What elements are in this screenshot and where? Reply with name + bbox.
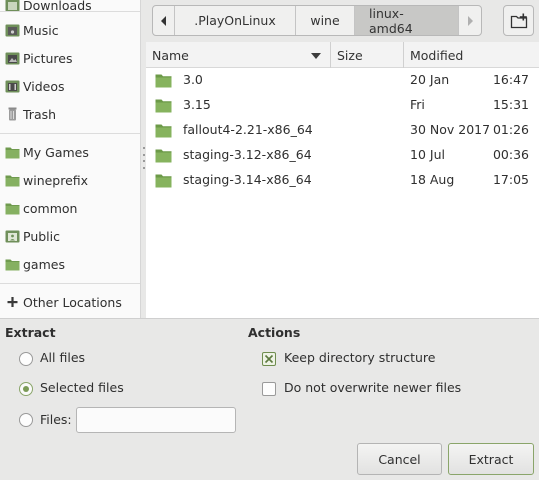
new-folder-button[interactable]	[503, 5, 534, 36]
selected-files-label[interactable]: Selected files	[40, 380, 124, 395]
file-modified-date: 30 Nov 2017	[410, 122, 491, 137]
extract-section-title: Extract	[5, 325, 56, 340]
extract-button[interactable]: Extract	[448, 443, 534, 475]
file-modified-time: 16:47	[492, 72, 529, 87]
trash-icon	[5, 107, 20, 121]
file-modified-time: 17:05	[492, 172, 529, 187]
file-row[interactable]: staging-3.14-x86_64 18 Aug 17:05	[146, 168, 539, 193]
sidebar-item-label: Pictures	[23, 50, 73, 66]
file-modified-time: 15:31	[492, 97, 529, 112]
extract-options-panel: Extract All files Selected files Files: …	[0, 318, 539, 480]
videos-folder-icon	[5, 79, 20, 93]
all-files-label[interactable]: All files	[40, 350, 85, 365]
sidebar-divider	[0, 11, 140, 12]
sidebar-item-label: wineprefix	[23, 172, 89, 188]
file-modified-date: 10 Jul	[410, 147, 445, 162]
sidebar-item-label: common	[23, 200, 78, 216]
chevron-right-icon	[468, 15, 473, 26]
sidebar-item-my-games[interactable]: My Games	[0, 139, 140, 165]
file-modified-time: 00:36	[492, 147, 529, 162]
sort-descending-icon	[311, 53, 321, 59]
sidebar-item-other-locations[interactable]: Other Locations	[0, 289, 140, 315]
pictures-folder-icon	[5, 51, 20, 65]
column-header-name[interactable]: Name	[146, 42, 330, 68]
file-name: fallout4-2.21-x86_64	[183, 122, 313, 137]
path-bar: .PlayOnLinux wine linux-amd64	[152, 5, 482, 36]
public-folder-icon	[5, 229, 20, 243]
file-modified-date: 20 Jan	[410, 72, 450, 87]
path-scroll-right-button[interactable]	[459, 6, 481, 35]
file-name: 3.0	[183, 72, 203, 87]
sidebar-item-games[interactable]: games	[0, 251, 140, 277]
file-name: 3.15	[183, 97, 211, 112]
file-name: staging-3.14-x86_64	[183, 172, 312, 187]
column-header-size[interactable]: Size	[331, 42, 403, 68]
all-files-radio[interactable]	[19, 352, 33, 366]
file-modified-time: 01:26	[492, 122, 529, 137]
file-list-header: Name Size Modified	[146, 42, 539, 68]
sidebar-item-label: Public	[23, 228, 60, 244]
folder-icon	[5, 257, 20, 271]
file-row[interactable]: 3.0 20 Jan 16:47	[146, 68, 539, 93]
sidebar-item-common[interactable]: common	[0, 195, 140, 221]
sidebar-item-wineprefix[interactable]: wineprefix	[0, 167, 140, 193]
sidebar-item-label: Videos	[23, 78, 65, 94]
files-pattern-radio[interactable]	[19, 413, 33, 427]
file-row[interactable]: staging-3.12-x86_64 10 Jul 00:36	[146, 143, 539, 168]
do-not-overwrite-label[interactable]: Do not overwrite newer files	[284, 380, 461, 395]
files-pattern-input[interactable]	[76, 407, 236, 433]
sidebar-divider	[0, 283, 140, 284]
checkmark-icon	[264, 354, 274, 364]
file-list: Name Size Modified 3.0 20 Jan 16:47 3.15…	[146, 42, 539, 318]
keep-directory-structure-checkbox[interactable]	[262, 352, 276, 366]
sidebar-divider	[0, 133, 140, 134]
folder-icon	[5, 201, 20, 215]
folder-icon	[155, 173, 172, 188]
sidebar-item-downloads[interactable]: Downloads	[0, 0, 140, 18]
sidebar-item-label: My Games	[23, 144, 89, 160]
chevron-left-icon	[160, 15, 166, 26]
breadcrumb-linux-amd64[interactable]: linux-amd64	[355, 6, 459, 35]
sidebar-item-music[interactable]: Music	[0, 17, 140, 43]
folder-icon	[5, 173, 20, 187]
sidebar-item-label: Other Locations	[23, 294, 122, 310]
sidebar-item-label: Trash	[23, 106, 57, 122]
file-row[interactable]: 3.15 Fri 15:31	[146, 93, 539, 118]
folder-icon	[155, 123, 172, 138]
folder-icon	[155, 98, 172, 113]
file-modified-date: 18 Aug	[410, 172, 455, 187]
breadcrumb-wine[interactable]: wine	[296, 6, 355, 35]
sidebar-item-pictures[interactable]: Pictures	[0, 45, 140, 71]
places-sidebar: Downloads Music Pictures Videos Trash My…	[0, 0, 141, 318]
folder-icon	[155, 73, 172, 88]
selected-files-radio[interactable]	[19, 382, 33, 396]
file-modified-date: Fri	[410, 97, 425, 112]
music-folder-icon	[5, 23, 20, 37]
sidebar-item-label: Music	[23, 22, 59, 38]
sidebar-item-label: games	[23, 256, 65, 272]
actions-section-title: Actions	[248, 325, 301, 340]
sidebar-item-videos[interactable]: Videos	[0, 73, 140, 99]
files-pattern-label[interactable]: Files:	[40, 412, 72, 427]
keep-directory-structure-label[interactable]: Keep directory structure	[284, 350, 435, 365]
file-name: staging-3.12-x86_64	[183, 147, 312, 162]
sidebar-item-public[interactable]: Public	[0, 223, 140, 249]
folder-icon	[155, 148, 172, 163]
sidebar-item-trash[interactable]: Trash	[0, 101, 140, 127]
new-folder-icon	[510, 13, 527, 28]
path-scroll-left-button[interactable]	[153, 6, 175, 35]
folder-icon	[5, 145, 20, 159]
file-row[interactable]: fallout4-2.21-x86_64 30 Nov 2017 01:26	[146, 118, 539, 143]
cancel-button[interactable]: Cancel	[357, 443, 442, 475]
column-header-modified[interactable]: Modified	[404, 42, 539, 68]
plus-icon	[5, 295, 20, 309]
do-not-overwrite-checkbox[interactable]	[262, 382, 276, 396]
breadcrumb-playonlinux[interactable]: .PlayOnLinux	[175, 6, 296, 35]
